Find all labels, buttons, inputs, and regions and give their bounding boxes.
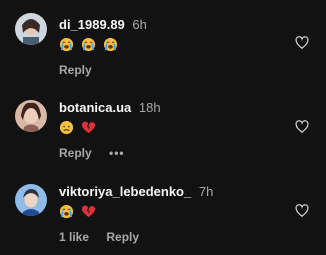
loudly-crying-face-icon bbox=[59, 37, 74, 51]
comment-header: viktoriya_lebedenko_ 7h bbox=[59, 184, 213, 200]
username[interactable]: botanica.ua bbox=[59, 100, 131, 115]
comment-actions: Reply ••• bbox=[59, 146, 139, 160]
comment-actions: 1 like Reply bbox=[59, 230, 153, 244]
timestamp: 7h bbox=[198, 184, 214, 199]
likes-count[interactable]: 1 like bbox=[59, 230, 89, 244]
comment-text bbox=[59, 35, 121, 52]
comment-header: botanica.ua 18h bbox=[59, 100, 161, 116]
loudly-crying-face-icon bbox=[59, 204, 74, 218]
broken-heart-icon bbox=[81, 121, 95, 133]
timestamp: 18h bbox=[138, 100, 161, 115]
username[interactable]: di_1989.89 bbox=[59, 17, 125, 32]
more-options-icon[interactable]: ••• bbox=[109, 146, 125, 160]
heart-icon[interactable] bbox=[295, 120, 309, 134]
comment-actions: Reply bbox=[59, 63, 106, 77]
reply-button[interactable]: Reply bbox=[59, 63, 92, 77]
loudly-crying-face-icon bbox=[81, 37, 95, 51]
broken-heart-icon bbox=[81, 205, 95, 217]
reply-button[interactable]: Reply bbox=[106, 230, 139, 244]
username[interactable]: viktoriya_lebedenko_ bbox=[59, 184, 191, 199]
comment-header: di_1989.89 6h bbox=[59, 17, 147, 33]
comment-text bbox=[59, 118, 99, 135]
loudly-crying-face-icon bbox=[103, 37, 117, 51]
reply-button[interactable]: Reply bbox=[59, 146, 92, 160]
heart-icon[interactable] bbox=[295, 204, 309, 218]
heart-icon[interactable] bbox=[295, 36, 309, 50]
disappointed-face-icon bbox=[59, 120, 74, 134]
avatar[interactable] bbox=[15, 13, 47, 45]
comment-text bbox=[59, 202, 99, 219]
timestamp: 6h bbox=[132, 17, 147, 32]
avatar[interactable] bbox=[15, 100, 47, 132]
avatar[interactable] bbox=[15, 184, 47, 216]
